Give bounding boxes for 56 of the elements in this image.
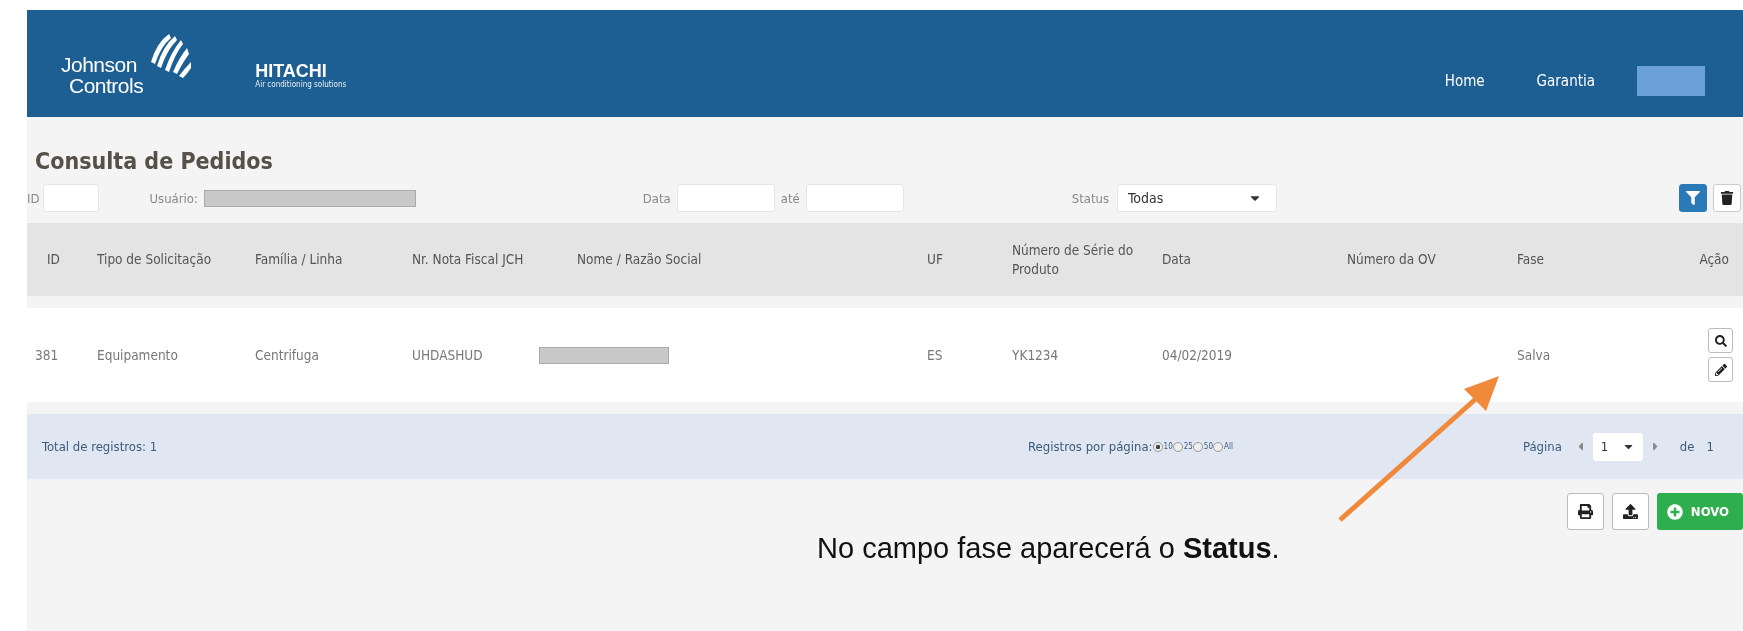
filter-icon	[1686, 191, 1700, 205]
column-header: ID	[46, 250, 61, 269]
logo-text: Controls	[68, 74, 144, 96]
nav-link[interactable]: Garantia	[1536, 71, 1595, 90]
delete-button[interactable]	[1713, 184, 1741, 212]
column-header: UF	[927, 250, 944, 269]
annotation-text: No campo fase aparecerá o Status.	[817, 532, 1280, 565]
brand-name: HITACHI	[255, 62, 327, 80]
table-cell-text: Centrifuga	[255, 347, 320, 363]
print-button[interactable]	[1566, 493, 1604, 530]
table-cell-text: UHDASHUD	[412, 347, 484, 363]
column-header: Número da OV	[1347, 250, 1437, 269]
logo-text: Johnson	[61, 53, 138, 75]
user-menu[interactable]	[1637, 65, 1705, 96]
table-cell-text: Salva	[1517, 347, 1552, 363]
page-select[interactable]: 1	[1592, 432, 1643, 461]
page-label: Página	[1522, 439, 1562, 454]
pencil-icon	[1714, 363, 1727, 376]
field-label: Usuário:	[149, 190, 198, 206]
id-field[interactable]	[43, 184, 100, 212]
table-cell-text: YK1234	[1012, 347, 1060, 363]
upload-icon	[1622, 504, 1638, 519]
date-field[interactable]	[805, 184, 904, 212]
field-label: Data	[642, 190, 671, 206]
status-select[interactable]: Todas	[1117, 184, 1278, 212]
plus-icon	[1666, 503, 1683, 520]
column-header: Nr. Nota Fiscal JCH	[412, 250, 525, 269]
page-title: Consulta de Pedidos	[34, 147, 274, 175]
column-header: Fase	[1517, 250, 1545, 269]
field-label: até	[780, 190, 800, 206]
table-cell-text: 381	[34, 347, 60, 363]
column-header: Número de Série do Produto	[1012, 240, 1135, 279]
field-label: Status	[1071, 190, 1110, 206]
search-button[interactable]	[1708, 328, 1733, 353]
per-page-label: Registros por página:	[1028, 439, 1153, 454]
column-header: Família / Linha	[255, 250, 344, 269]
total-count: Total de registros: 1	[42, 439, 158, 454]
field-label: ID	[27, 190, 40, 206]
upload-button[interactable]	[1611, 493, 1649, 530]
trash-icon	[1720, 191, 1734, 205]
brand-tagline: Air conditioning solutions	[255, 80, 347, 89]
filter-button[interactable]	[1679, 184, 1707, 212]
edit-button[interactable]	[1708, 357, 1733, 382]
search-icon	[1714, 334, 1727, 347]
printer-icon	[1577, 504, 1593, 519]
table-cell-text: 04/02/2019	[1162, 347, 1233, 363]
table-cell-text: Equipamento	[97, 347, 179, 363]
date-field[interactable]	[676, 184, 775, 212]
column-header: Ação	[1698, 250, 1730, 269]
nav-link[interactable]: Home	[1444, 71, 1485, 90]
column-header: Nome / Razão Social	[577, 250, 703, 269]
column-header: Tipo de Solicitação	[97, 250, 213, 269]
page-of-label: de	[1679, 439, 1695, 454]
column-header: Data	[1162, 250, 1192, 269]
page-count: 1	[1706, 439, 1714, 454]
table-cell-text: ES	[927, 347, 944, 363]
